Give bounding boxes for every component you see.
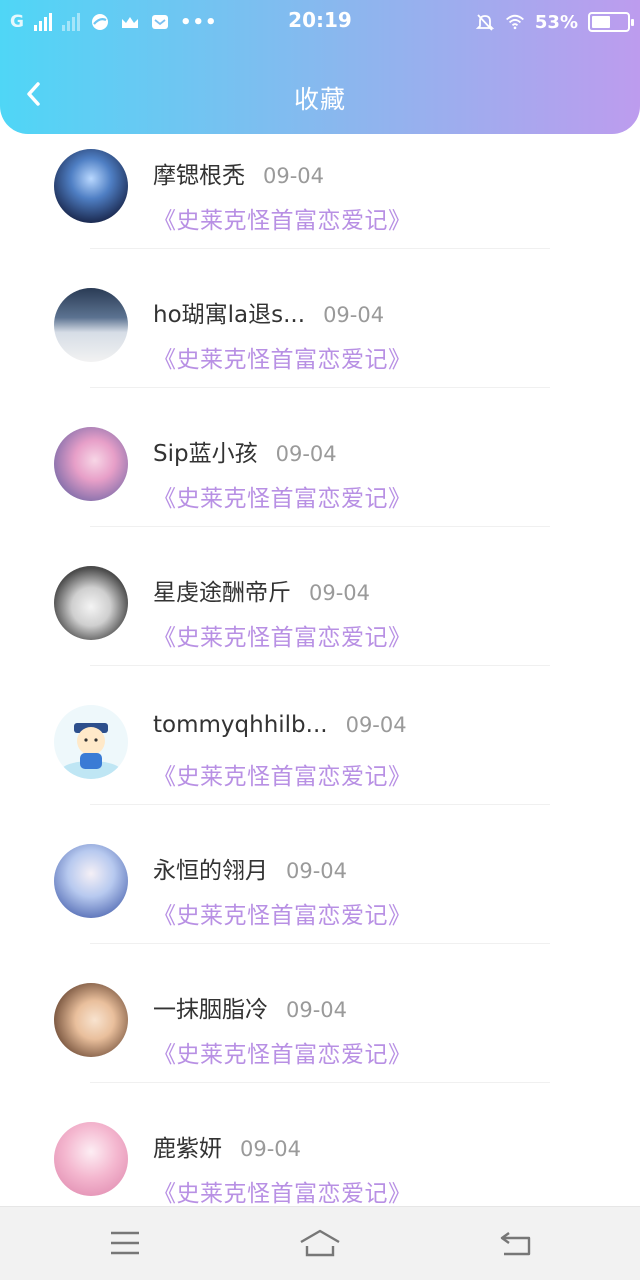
back-nav-button[interactable] xyxy=(496,1225,536,1261)
knight-avatar[interactable] xyxy=(54,149,128,223)
back-arrow-icon xyxy=(500,1232,531,1256)
user-name[interactable]: 星虔途酬帝斤 xyxy=(153,573,291,607)
list-item[interactable]: 永恒的翎月 09-04 《史莱克怪首富恋爱记》 xyxy=(0,826,640,965)
battery-percent: 53% xyxy=(534,11,578,33)
user-name[interactable]: 一抹胭脂冷 xyxy=(153,990,268,1024)
ancient-lady-avatar[interactable] xyxy=(54,983,128,1057)
item-date: 09-04 xyxy=(309,581,371,605)
book-title[interactable]: 《史莱克怪首富恋爱记》 xyxy=(153,340,412,374)
list-item[interactable]: tommyqhhilb... 09-04 《史莱克怪首富恋爱记》 xyxy=(0,687,640,826)
item-date: 09-04 xyxy=(286,859,348,883)
user-name[interactable]: 鹿紫妍 xyxy=(153,1129,222,1163)
user-name[interactable]: tommyqhhilb... xyxy=(153,712,328,738)
divider xyxy=(90,665,550,666)
status-right: 53% xyxy=(475,9,634,35)
book-title[interactable]: 《史莱克怪首富恋爱记》 xyxy=(153,896,412,930)
cartoon-figure-icon xyxy=(61,723,121,779)
divider xyxy=(90,943,550,944)
book-title[interactable]: 《史莱克怪首富恋爱记》 xyxy=(153,1174,412,1206)
list-item[interactable]: ho瑚寓la退s... 09-04 《史莱克怪首富恋爱记》 xyxy=(0,270,640,409)
user-name[interactable]: ho瑚寓la退s... xyxy=(153,295,305,329)
cat-avatar[interactable] xyxy=(54,566,128,640)
divider xyxy=(90,804,550,805)
item-date: 09-04 xyxy=(240,1137,302,1161)
book-title[interactable]: 《史莱克怪首富恋爱记》 xyxy=(153,479,412,513)
user-name[interactable]: 永恒的翎月 xyxy=(153,851,268,885)
page-title: 收藏 xyxy=(293,85,346,114)
nav-bar: 收藏 xyxy=(0,60,640,130)
list-item[interactable]: 星虔途酬帝斤 09-04 《史莱克怪首富恋爱记》 xyxy=(0,548,640,687)
list-item[interactable]: 鹿紫妍 09-04 《史莱克怪首富恋爱记》 xyxy=(0,1104,640,1206)
pink-anime-avatar[interactable] xyxy=(54,1122,128,1196)
item-header: 鹿紫妍 09-04 xyxy=(153,1129,301,1163)
menu-icon xyxy=(111,1231,139,1255)
list-item[interactable]: 一抹胭脂冷 09-04 《史莱克怪首富恋爱记》 xyxy=(0,965,640,1104)
item-date: 09-04 xyxy=(263,164,325,188)
divider xyxy=(90,1082,550,1083)
book-title[interactable]: 《史莱克怪首富恋爱记》 xyxy=(153,201,412,235)
mute-bell-icon xyxy=(475,13,495,31)
item-header: Sip蓝小孩 09-04 xyxy=(153,434,337,468)
cartoon-official-avatar[interactable] xyxy=(54,705,128,779)
item-date: 09-04 xyxy=(286,998,348,1022)
anime-girl-avatar[interactable] xyxy=(54,427,128,501)
book-title[interactable]: 《史莱克怪首富恋爱记》 xyxy=(153,1035,412,1069)
item-date: 09-04 xyxy=(275,442,337,466)
snowfield-avatar[interactable] xyxy=(54,288,128,362)
battery-level xyxy=(592,16,610,28)
item-date: 09-04 xyxy=(345,713,407,737)
item-header: 一抹胭脂冷 09-04 xyxy=(153,990,347,1024)
book-title[interactable]: 《史莱克怪首富恋爱记》 xyxy=(153,618,412,652)
user-name[interactable]: Sip蓝小孩 xyxy=(153,434,258,468)
divider xyxy=(90,387,550,388)
list-item[interactable]: Sip蓝小孩 09-04 《史莱克怪首富恋爱记》 xyxy=(0,409,640,548)
item-date: 09-04 xyxy=(323,303,385,327)
item-header: tommyqhhilb... 09-04 xyxy=(153,712,407,738)
book-title[interactable]: 《史莱克怪首富恋爱记》 xyxy=(153,757,412,791)
item-header: 摩锶根秃 09-04 xyxy=(153,156,324,190)
item-header: 永恒的翎月 09-04 xyxy=(153,851,347,885)
home-button[interactable] xyxy=(298,1225,342,1261)
system-nav-bar xyxy=(0,1206,640,1280)
user-name[interactable]: 摩锶根秃 xyxy=(153,156,245,190)
list-item[interactable]: 摩锶根秃 09-04 《史莱克怪首富恋爱记》 xyxy=(0,134,640,270)
item-header: 星虔途酬帝斤 09-04 xyxy=(153,573,370,607)
wifi-icon xyxy=(505,13,525,31)
home-icon xyxy=(300,1229,340,1257)
menu-button[interactable] xyxy=(105,1225,145,1261)
anime-blue-hair-avatar[interactable] xyxy=(54,844,128,918)
divider xyxy=(90,526,550,527)
status-bar: G ••• 20:19 53% xyxy=(0,0,640,44)
item-header: ho瑚寓la退s... 09-04 xyxy=(153,295,384,329)
favorites-list[interactable]: 摩锶根秃 09-04 《史莱克怪首富恋爱记》 ho瑚寓la退s... 09-04… xyxy=(0,134,640,1206)
divider xyxy=(90,248,550,249)
battery-icon xyxy=(588,12,634,32)
app-header: G ••• 20:19 53% 收藏 xyxy=(0,0,640,134)
